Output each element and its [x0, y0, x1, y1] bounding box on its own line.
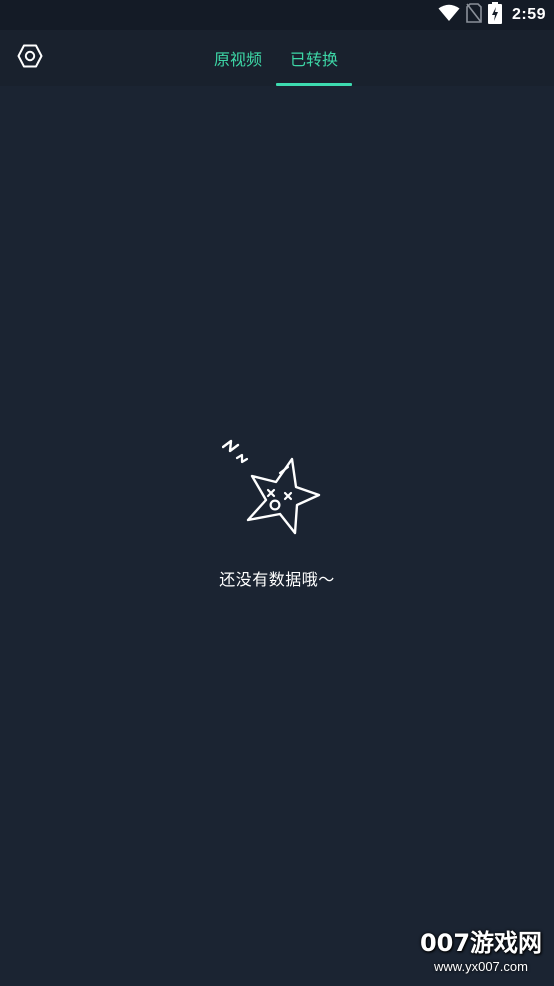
tab-original-video[interactable]: 原视频	[200, 30, 276, 86]
app-screen: 2:59 原视频 已转换 还没有数据哦～ 007游戏网 www.yx007.co…	[0, 0, 554, 986]
status-time: 2:59	[511, 6, 546, 23]
tab-label: 原视频	[213, 50, 262, 69]
tab-bar: 原视频 已转换	[200, 30, 352, 86]
empty-message: 还没有数据哦～	[219, 570, 335, 589]
watermark-brand: 007游戏网	[419, 929, 543, 957]
sleeping-star-icon	[221, 436, 332, 540]
battery-charging-icon	[487, 2, 502, 28]
active-tab-indicator	[276, 83, 352, 86]
tab-converted[interactable]: 已转换	[276, 30, 352, 86]
watermark-url: www.yx007.com	[434, 959, 528, 974]
tab-label: 已转换	[289, 50, 338, 69]
wifi-icon	[438, 4, 460, 26]
status-bar: 2:59	[0, 0, 554, 30]
settings-button[interactable]	[14, 42, 46, 74]
settings-hex-icon	[17, 43, 43, 73]
top-app-bar: 原视频 已转换	[0, 30, 554, 86]
status-icons: 2:59	[438, 2, 546, 28]
empty-state: 还没有数据哦～	[0, 436, 554, 590]
watermark: 007游戏网 www.yx007.com	[416, 928, 546, 982]
no-sim-icon	[466, 3, 482, 27]
